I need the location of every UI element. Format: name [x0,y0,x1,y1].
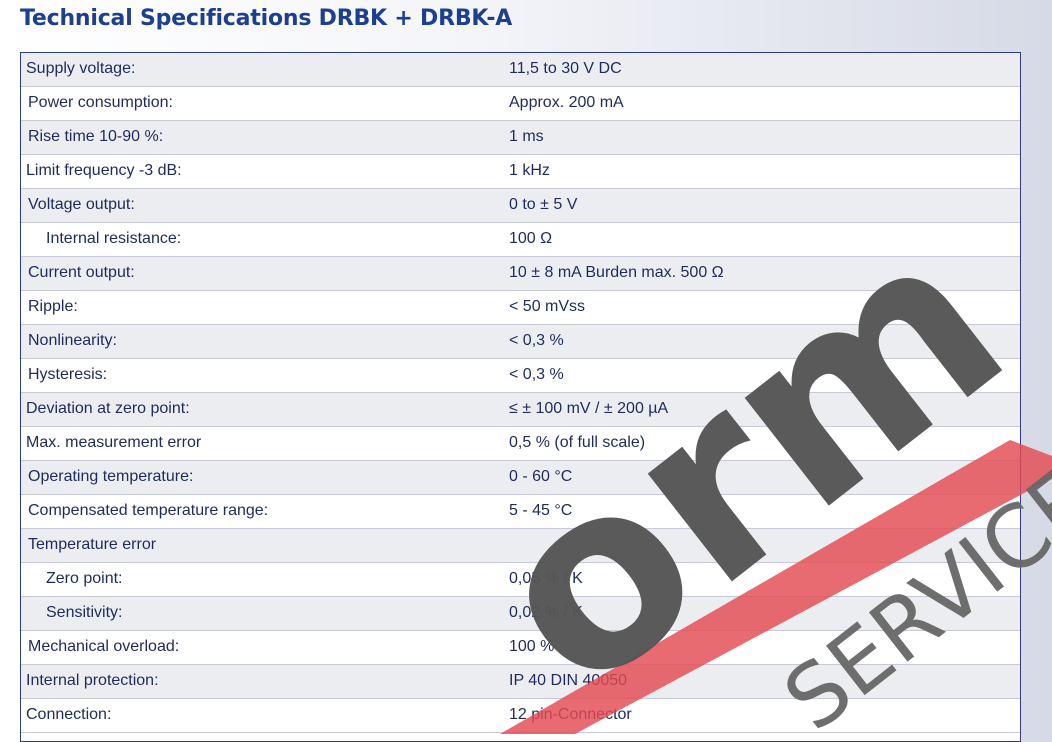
spec-row: Max. measurement error 0,5 % (of full sca… [21,427,1020,461]
spec-row: Zero point: 0,05 % / K [21,563,1020,597]
spec-label: Max. measurement error [26,434,202,451]
spec-value: 0 - 60 °C [509,468,573,485]
spec-value: 0 to ± 5 V [509,196,578,213]
spec-row: Limit frequency -3 dB: 1 kHz [21,155,1020,189]
spec-row: Supply voltage: 11,5 to 30 V DC [21,53,1020,87]
spec-row: Nonlinearity: < 0,3 % [21,325,1020,359]
spec-row: Current output: 10 ± 8 mA Burden max. 500… [21,257,1020,291]
spec-row: Power consumption: Approx. 200 mA [21,87,1020,121]
spec-value: < 50 mVss [509,298,586,315]
spec-label: Supply voltage: [26,60,136,77]
spec-value: 0,02 % / K [509,604,583,621]
spec-value: Approx. 200 mA [509,94,624,111]
spec-value: 0,05 % / K [509,570,583,587]
spec-label: Ripple: [28,298,78,315]
spec-value: 1 kHz [509,162,550,179]
spec-row: Voltage output: 0 to ± 5 V [21,189,1020,223]
spec-value: < 0,3 % [509,366,564,383]
spec-row: Internal resistance: 100 Ω [21,223,1020,257]
spec-value: 0,5 % (of full scale) [509,434,646,451]
spec-value: 100 % [509,638,555,655]
spec-row: Compensated temperature range: 5 - 45 °C [21,495,1020,529]
page-title: Technical Specifications DRBK + DRBK-A [20,6,513,31]
spec-value: 12 pin-Connector [509,706,632,723]
spec-row: Mechanical overload: 100 % [21,631,1020,665]
spec-value: 100 Ω [509,230,553,247]
spec-label: Limit frequency -3 dB: [26,162,182,179]
spec-row: Temperature error [21,529,1020,563]
spec-value: 1 ms [509,128,544,145]
spec-label: Power consumption: [28,94,173,111]
spec-label: Operating temperature: [28,468,194,485]
spec-label: Sensitivity: [46,604,123,621]
spec-label: Compensated temperature range: [28,502,269,519]
spec-value: < 0,3 % [509,332,564,349]
spec-value: 11,5 to 30 V DC [509,60,622,77]
spec-value: IP 40 DIN 40050 [509,672,628,689]
spec-label: Rise time 10-90 %: [28,128,164,145]
spec-label: Nonlinearity: [28,332,117,349]
spec-label: Current output: [28,264,135,281]
spec-label: Zero point: [46,570,123,587]
spec-row: Deviation at zero point: ≤ ± 100 mV / ± 2… [21,393,1020,427]
spec-label: Deviation at zero point: [26,400,190,417]
spec-row: Ripple: < 50 mVss [21,291,1020,325]
spec-row: Rise time 10-90 %: 1 ms [21,121,1020,155]
spec-value: 5 - 45 °C [509,502,573,519]
spec-label: Mechanical overload: [28,638,180,655]
spec-row: Operating temperature: 0 - 60 °C [21,461,1020,495]
spec-table: Supply voltage: 11,5 to 30 V DC Power cons… [20,52,1021,742]
spec-label: Hysteresis: [28,366,108,383]
spec-label: Internal protection: [26,672,159,689]
spec-label: Internal resistance: [46,230,182,247]
spec-row: Connection: 12 pin-Connector [21,699,1020,733]
spec-label: Temperature error [28,536,157,553]
spec-value: 10 ± 8 mA Burden max. 500 Ω [509,264,724,281]
spec-label: Connection: [26,706,112,723]
spec-row: Sensitivity: 0,02 % / K [21,597,1020,631]
spec-row: Internal protection: IP 40 DIN 40050 [21,665,1020,699]
spec-row: Hysteresis: < 0,3 % [21,359,1020,393]
spec-label: Voltage output: [28,196,135,213]
spec-value: ≤ ± 100 mV / ± 200 µA [509,400,669,417]
